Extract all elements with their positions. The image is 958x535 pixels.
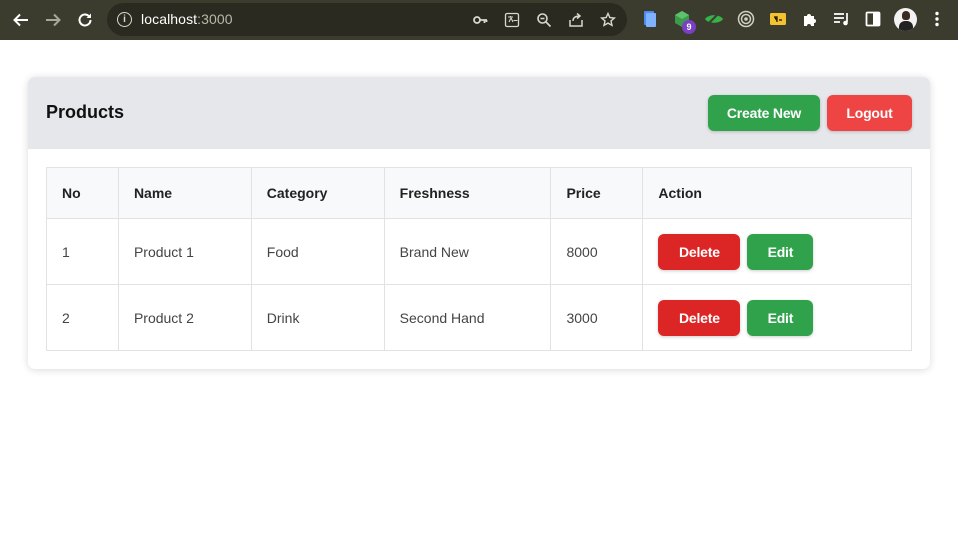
cell-name: Product 2 <box>117 284 252 351</box>
products-table: No Name Category Freshness Price Action … <box>46 167 912 351</box>
forward-arrow-icon[interactable] <box>41 8 65 32</box>
translate-icon[interactable] <box>503 11 521 29</box>
share-icon[interactable] <box>567 11 585 29</box>
cell-price: 8000 <box>550 218 644 285</box>
cell-action: Delete Edit <box>642 284 912 351</box>
eye-extension-icon[interactable] <box>704 9 724 29</box>
cell-category: Drink <box>250 284 385 351</box>
column-header-freshness: Freshness <box>383 167 552 219</box>
extension-badge: 9 <box>682 20 696 34</box>
profile-avatar[interactable] <box>894 8 917 31</box>
avatar-body <box>899 21 913 31</box>
column-header-action: Action <box>642 167 912 219</box>
url-host: localhost <box>141 11 198 27</box>
reading-list-icon[interactable] <box>832 9 852 29</box>
column-header-category: Category <box>250 167 385 219</box>
column-header-no: No <box>46 167 119 219</box>
cell-freshness: Second Hand <box>383 284 552 351</box>
address-bar[interactable]: i localhost:3000 <box>107 3 627 36</box>
cell-name: Product 1 <box>117 218 252 285</box>
cell-no: 2 <box>46 284 119 351</box>
page-title: Products <box>46 102 125 122</box>
table-header-row: No Name Category Freshness Price Action <box>46 167 912 219</box>
side-panel-icon[interactable] <box>863 9 883 29</box>
delete-button[interactable]: Delete <box>658 299 741 336</box>
edit-button[interactable]: Edit <box>747 233 814 270</box>
delete-button[interactable]: Delete <box>658 233 741 270</box>
back-arrow-icon[interactable] <box>9 8 33 32</box>
url-port: :3000 <box>197 11 233 27</box>
cell-price: 3000 <box>550 284 644 351</box>
folder-extension-icon[interactable] <box>768 9 788 29</box>
cell-action: Delete Edit <box>642 218 912 285</box>
menu-dots-icon[interactable] <box>927 9 947 29</box>
browser-toolbar: i localhost:3000 9 <box>0 0 958 40</box>
avatar-head <box>902 11 910 20</box>
create-new-button[interactable]: Create New <box>708 95 820 131</box>
card-header: Products Create New Logout <box>28 77 930 149</box>
zoom-out-icon[interactable] <box>535 11 553 29</box>
cell-category: Food <box>250 218 385 285</box>
products-card: Products Create New Logout No Name Categ… <box>28 77 930 369</box>
column-header-name: Name <box>117 167 252 219</box>
cell-freshness: Brand New <box>383 218 552 285</box>
target-extension-icon[interactable] <box>736 9 756 29</box>
url-text[interactable]: localhost:3000 <box>141 11 233 27</box>
reload-icon[interactable] <box>73 8 97 32</box>
star-icon[interactable] <box>599 11 617 29</box>
edit-button[interactable]: Edit <box>747 299 814 336</box>
info-icon[interactable]: i <box>117 12 132 27</box>
cell-no: 1 <box>46 218 119 285</box>
key-icon[interactable] <box>471 11 489 29</box>
logout-button[interactable]: Logout <box>827 95 912 131</box>
document-extension-icon[interactable] <box>640 9 660 29</box>
extension-puzzle-icon[interactable] <box>800 9 820 29</box>
table-row: 1 Product 1 Food Brand New 8000 Delete Ed… <box>46 218 912 285</box>
column-header-price: Price <box>550 167 644 219</box>
table-row: 2 Product 2 Drink Second Hand 3000 Delet… <box>46 284 912 351</box>
